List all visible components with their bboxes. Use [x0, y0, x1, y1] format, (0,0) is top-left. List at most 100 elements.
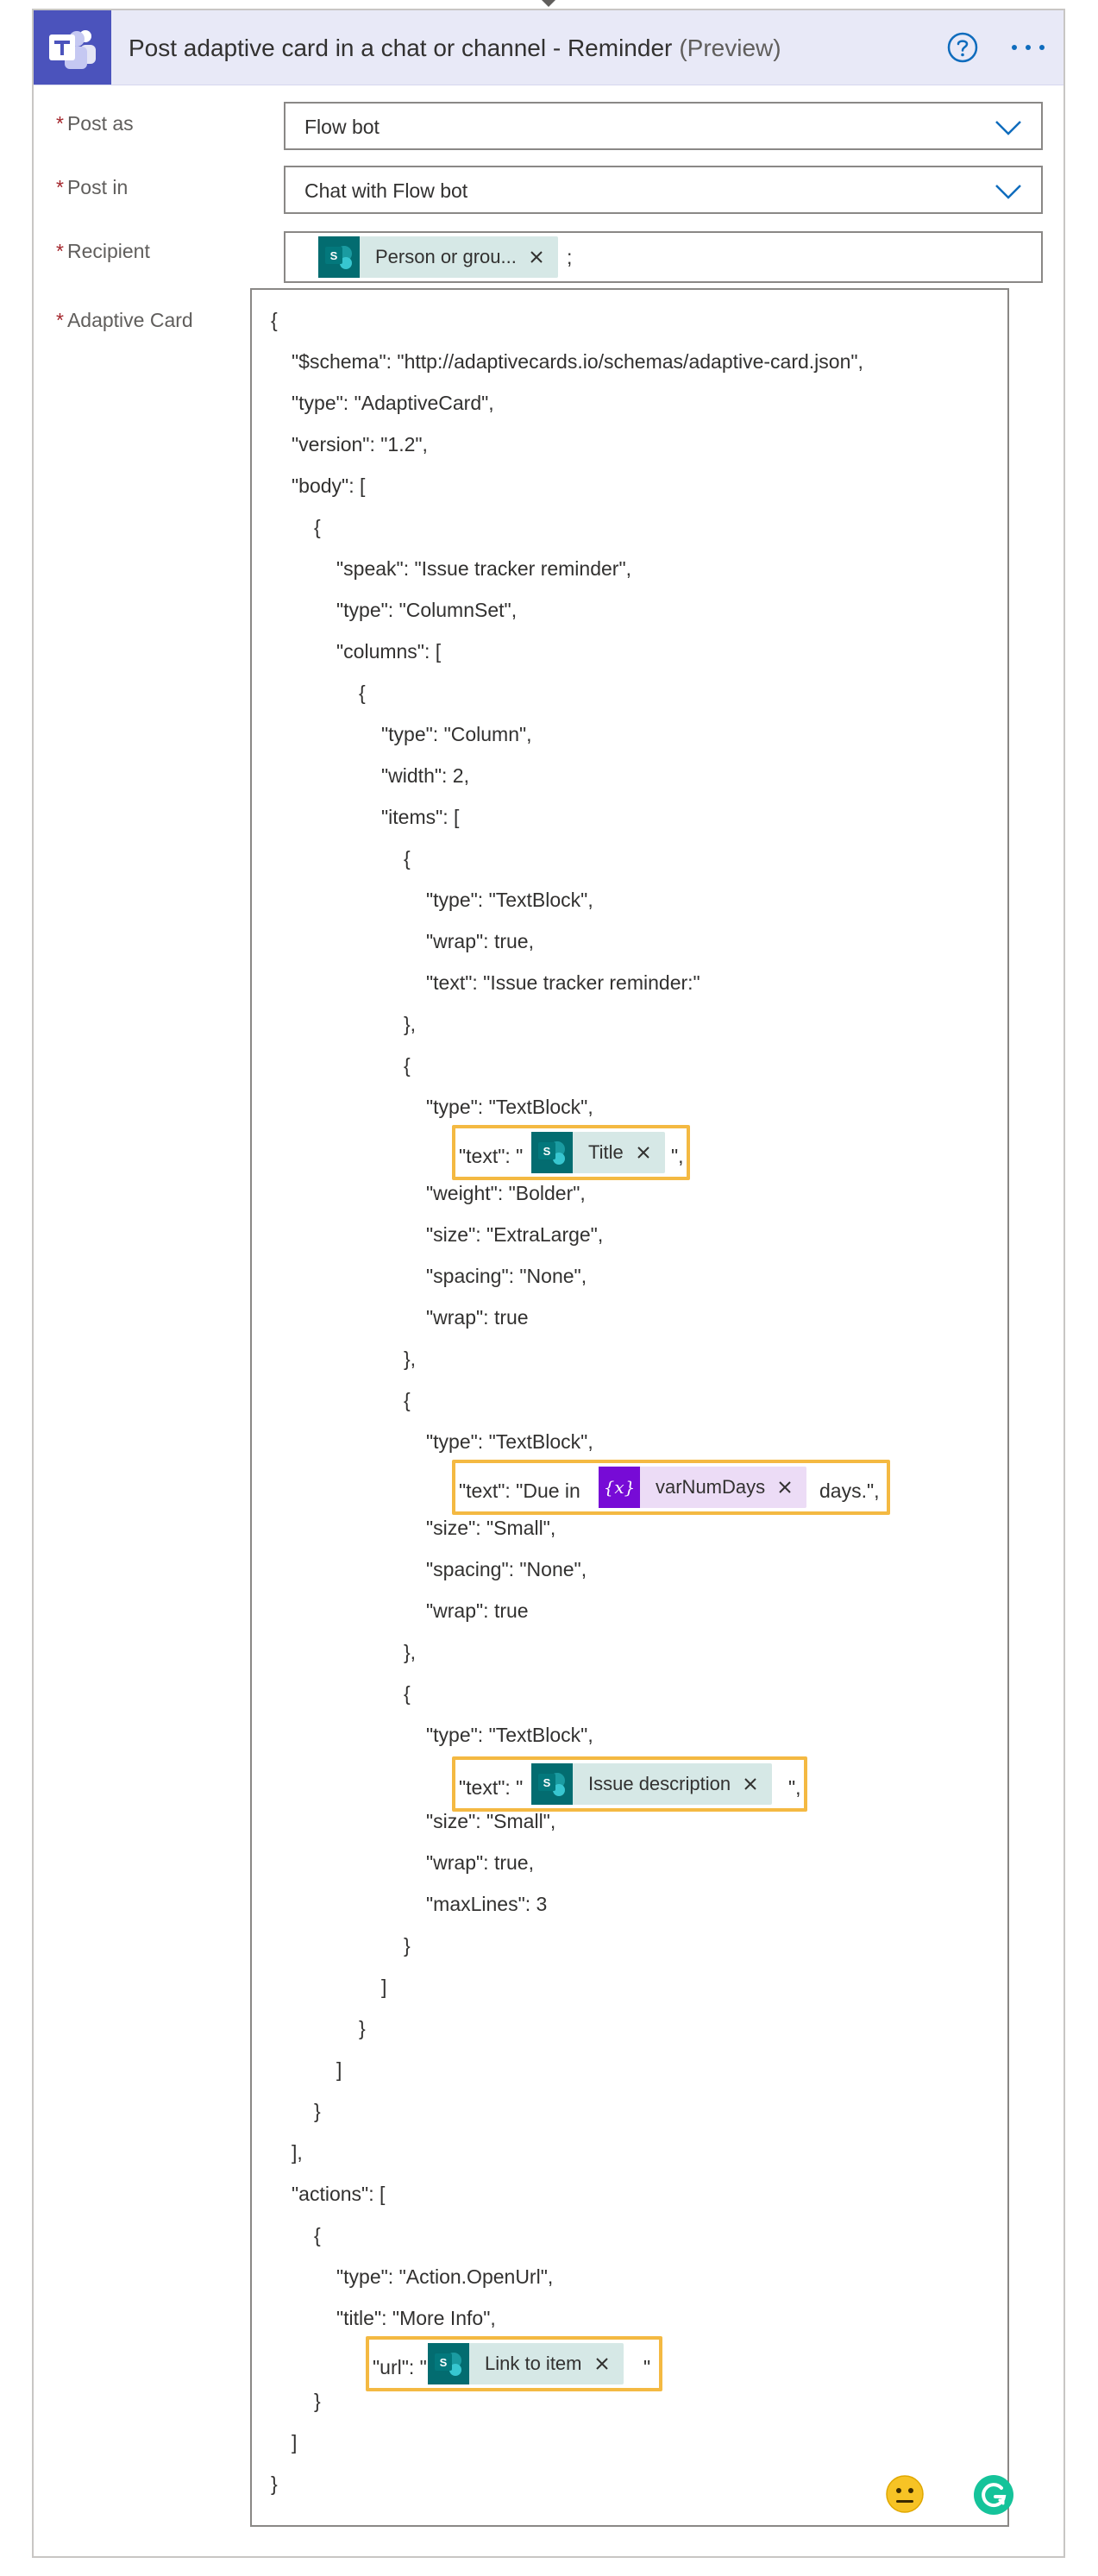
code-line: "text": "Issue tracker reminder:"	[426, 971, 700, 994]
recipient-separator: ;	[567, 246, 573, 268]
var-num-days-token[interactable]: {x} varNumDays	[599, 1467, 807, 1508]
code-line: "spacing": "None",	[426, 1265, 587, 1287]
chevron-down-icon	[995, 121, 1021, 135]
code-line: {	[404, 1682, 411, 1705]
close-icon[interactable]	[529, 249, 544, 265]
required-marker: *	[56, 112, 64, 135]
adaptive-card-label: * Adaptive Card	[56, 309, 193, 332]
code-line: "wrap": true	[426, 1599, 529, 1622]
code-line: {	[271, 309, 278, 331]
code-line: }	[404, 1934, 411, 1957]
recipient-input[interactable]: S Person or grou... ;	[284, 231, 1043, 283]
neutral-face-icon[interactable]	[885, 2474, 925, 2514]
post-in-label-text: Post in	[66, 176, 129, 198]
grammarly-icon[interactable]	[973, 2474, 1014, 2516]
question-circle-icon[interactable]	[946, 31, 979, 64]
title-token[interactable]: S Title	[531, 1132, 665, 1173]
code-line: "maxLines": 3	[426, 1893, 548, 1915]
post-as-dropdown[interactable]: Flow bot	[284, 102, 1043, 150]
link-to-item-token[interactable]: S Link to item	[428, 2343, 624, 2384]
title-token-highlight: "text": " S Title ",	[452, 1125, 690, 1180]
required-marker: *	[56, 176, 64, 198]
sharepoint-icon: S	[428, 2343, 469, 2384]
action-title-text: Post adaptive card in a chat or channel …	[129, 35, 673, 61]
code-line: }	[271, 2472, 278, 2495]
code-line: },	[404, 1641, 417, 1663]
code-line: "type": "AdaptiveCard",	[292, 392, 494, 414]
code-line: ]	[336, 2058, 342, 2081]
required-marker: *	[56, 240, 64, 262]
code-line: ]	[292, 2431, 298, 2453]
close-icon[interactable]	[743, 1776, 758, 1792]
code-line: }	[314, 2390, 321, 2412]
code-line: "spacing": "None",	[426, 1558, 587, 1580]
code-line: {	[404, 1054, 411, 1077]
close-icon[interactable]	[636, 1145, 651, 1160]
svg-text:S: S	[543, 1776, 551, 1789]
post-as-value: Flow bot	[304, 116, 380, 138]
due-token-highlight: "text": "Due in {x} varNumDays days.",	[452, 1460, 890, 1515]
code-line: "size": "Small",	[426, 1810, 556, 1832]
code-line: "size": "Small",	[426, 1517, 556, 1539]
title-token-label: Title	[588, 1141, 624, 1163]
description-line-prefix: "text": "	[459, 1776, 524, 1799]
description-line-suffix: ",	[788, 1776, 801, 1799]
code-line: "items": [	[381, 806, 460, 828]
sharepoint-icon: S	[531, 1763, 573, 1805]
adaptive-card-editor[interactable]: { "$schema": "http://adaptivecards.io/sc…	[250, 288, 1009, 2527]
code-line: {	[359, 682, 366, 704]
url-token-highlight: "url": " S Link to item "	[366, 2336, 662, 2391]
connector-arrow-icon	[542, 0, 555, 7]
code-line: "type": "Action.OpenUrl",	[336, 2265, 554, 2288]
svg-text:S: S	[440, 2356, 448, 2369]
code-line: ],	[292, 2141, 303, 2164]
adaptive-card-label-text: Adaptive Card	[66, 309, 193, 331]
code-line: "version": "1.2",	[292, 433, 428, 456]
code-line: "speak": "Issue tracker reminder",	[336, 557, 632, 580]
issue-description-token[interactable]: S Issue description	[531, 1763, 773, 1805]
sharepoint-icon: S	[531, 1132, 573, 1173]
code-line: "title": "More Info",	[336, 2307, 496, 2329]
code-line: ]	[381, 1976, 387, 1998]
code-line: "wrap": true,	[426, 1851, 534, 1874]
code-line: "columns": [	[336, 640, 442, 663]
close-icon[interactable]	[594, 2356, 610, 2372]
recipient-label-text: Recipient	[66, 240, 150, 262]
var-num-days-label: varNumDays	[656, 1476, 766, 1498]
code-line: "wrap": true,	[426, 930, 534, 952]
url-line-prefix: "url": "	[373, 2356, 427, 2378]
url-line-suffix: "	[643, 2356, 651, 2378]
code-line: "width": 2,	[381, 764, 469, 787]
code-line: {	[404, 847, 411, 870]
action-title: Post adaptive card in a chat or channel …	[129, 35, 781, 62]
code-line: "type": "TextBlock",	[426, 889, 593, 911]
code-line: {	[314, 516, 321, 538]
svg-text:S: S	[330, 249, 338, 262]
variable-icon: {x}	[599, 1467, 640, 1508]
issue-description-label: Issue description	[588, 1773, 731, 1794]
code-line: "wrap": true	[426, 1306, 529, 1329]
due-line-suffix: days.",	[819, 1480, 880, 1502]
post-as-label: * Post as	[56, 112, 134, 135]
title-line-prefix: "text": "	[459, 1145, 524, 1167]
code-line: },	[404, 1013, 417, 1035]
code-line: "body": [	[292, 474, 366, 497]
code-line: }	[359, 2017, 366, 2039]
code-line: "$schema": "http://adaptivecards.io/sche…	[292, 350, 863, 373]
description-token-highlight: "text": " S Issue description ",	[452, 1756, 807, 1812]
recipient-label: * Recipient	[56, 240, 150, 263]
recipient-token[interactable]: S Person or grou...	[318, 236, 558, 278]
title-line-suffix: ",	[671, 1145, 684, 1167]
ellipsis-icon[interactable]	[1008, 33, 1048, 62]
code-line: }	[314, 2100, 321, 2122]
post-as-label-text: Post as	[66, 112, 134, 135]
code-line: {	[404, 1389, 411, 1411]
code-line: "type": "TextBlock",	[426, 1096, 593, 1118]
code-line: "size": "ExtraLarge",	[426, 1223, 604, 1246]
card-header[interactable]: Post adaptive card in a chat or channel …	[34, 10, 1063, 85]
recipient-token-label: Person or grou...	[375, 246, 517, 267]
code-line: "type": "ColumnSet",	[336, 599, 518, 621]
post-in-dropdown[interactable]: Chat with Flow bot	[284, 166, 1043, 214]
close-icon[interactable]	[777, 1480, 793, 1495]
svg-text:{x}: {x}	[604, 1477, 636, 1498]
